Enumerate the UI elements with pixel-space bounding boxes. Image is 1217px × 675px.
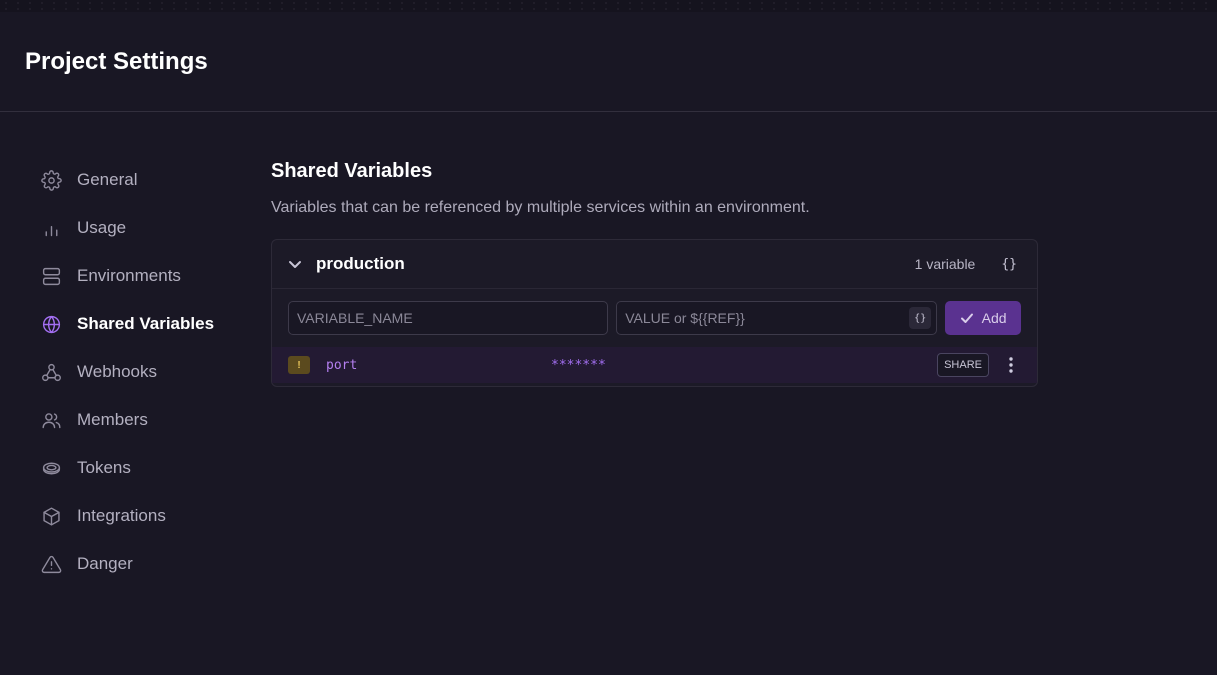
main-content: Shared Variables Variables that can be r… xyxy=(271,160,1038,387)
variable-value-wrapper: {} xyxy=(616,301,938,335)
box-icon xyxy=(40,505,62,527)
sidebar-item-environments[interactable]: Environments xyxy=(40,252,240,300)
warning-icon xyxy=(40,553,62,575)
sidebar-item-webhooks[interactable]: Webhooks xyxy=(40,348,240,396)
share-button[interactable]: SHARE xyxy=(937,353,989,377)
server-icon xyxy=(40,265,62,287)
new-variable-row: {} Add xyxy=(272,289,1037,335)
users-icon xyxy=(40,409,62,431)
more-options-icon[interactable] xyxy=(1001,353,1021,377)
chevron-down-icon[interactable] xyxy=(288,257,302,271)
reference-picker-button[interactable]: {} xyxy=(909,307,932,329)
variable-count: 1 variable xyxy=(914,256,976,272)
sidebar-item-label: General xyxy=(77,170,138,189)
sidebar-item-label: Danger xyxy=(77,554,133,573)
raw-editor-button[interactable]: {} xyxy=(997,255,1021,274)
webhook-icon xyxy=(40,361,62,383)
sidebar-item-danger[interactable]: Danger xyxy=(40,540,240,588)
header: Project Settings xyxy=(0,12,1217,112)
environment-name: production xyxy=(316,254,405,273)
sidebar-item-label: Tokens xyxy=(77,458,131,477)
sidebar-item-label: Shared Variables xyxy=(77,314,215,333)
gear-icon xyxy=(40,169,62,191)
variable-value[interactable]: ******* xyxy=(551,358,606,373)
environment-card: production 1 variable {} {} Add ! port *… xyxy=(271,239,1038,387)
sidebar-item-label: Usage xyxy=(77,218,127,237)
add-variable-button[interactable]: Add xyxy=(945,301,1021,335)
sidebar-item-label: Webhooks xyxy=(77,362,158,381)
sidebar-item-tokens[interactable]: Tokens xyxy=(40,444,240,492)
variable-row[interactable]: ! port ******* SHARE xyxy=(272,347,1037,383)
sidebar-item-label: Environments xyxy=(77,266,181,285)
add-button-label: Add xyxy=(981,310,1007,326)
variable-name: port xyxy=(326,357,358,373)
sidebar-item-label: Integrations xyxy=(77,506,166,525)
sidebar-item-shared-variables[interactable]: Shared Variables xyxy=(40,300,240,348)
warning-badge: ! xyxy=(288,356,310,374)
variable-name-input[interactable] xyxy=(288,301,609,335)
sidebar-item-members[interactable]: Members xyxy=(40,396,240,444)
check-icon xyxy=(960,311,974,325)
bar-chart-icon xyxy=(40,217,62,239)
page-title: Project Settings xyxy=(25,48,208,75)
variable-value-input[interactable] xyxy=(616,301,938,335)
sidebar-item-usage[interactable]: Usage xyxy=(40,204,240,252)
globe-icon xyxy=(40,313,62,335)
section-title: Shared Variables xyxy=(271,160,433,182)
sidebar-item-label: Members xyxy=(77,410,148,429)
section-description: Variables that can be referenced by mult… xyxy=(271,199,810,216)
sidebar-item-integrations[interactable]: Integrations xyxy=(40,492,240,540)
top-strip xyxy=(0,0,1217,12)
environment-header[interactable]: production 1 variable {} xyxy=(272,240,1037,289)
settings-sidebar: General Usage Environments Shared Variab… xyxy=(40,156,240,588)
sidebar-item-general[interactable]: General xyxy=(40,156,240,204)
token-icon xyxy=(40,457,62,479)
